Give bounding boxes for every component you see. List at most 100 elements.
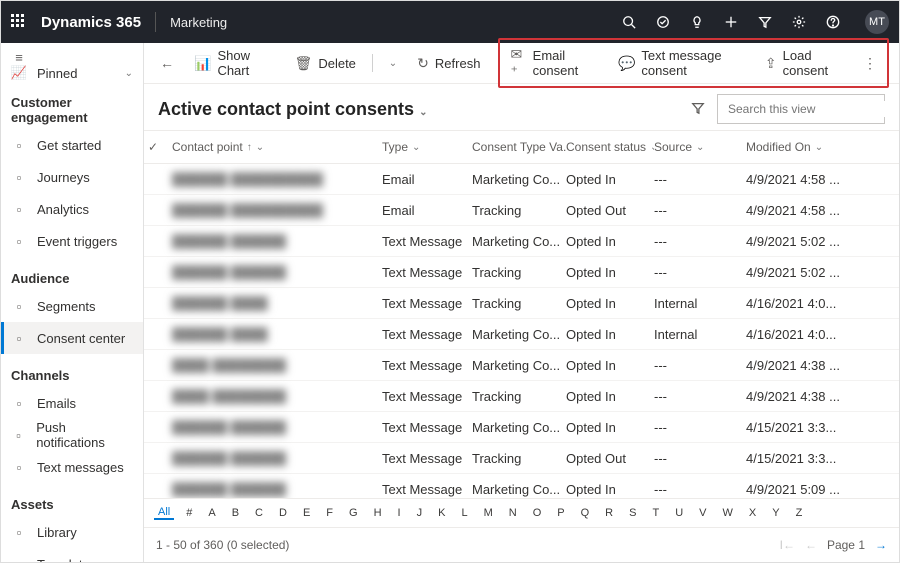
alpha-X[interactable]: X [745, 507, 760, 519]
cell-type: Text Message [382, 482, 472, 497]
alpha-R[interactable]: R [601, 507, 617, 519]
sidebar-item-get-started[interactable]: ▫Get started [1, 129, 143, 161]
table-row[interactable]: ██████ ██████████EmailTrackingOpted Out-… [144, 195, 899, 226]
cell-source: Internal [654, 296, 746, 311]
alpha-D[interactable]: D [275, 507, 291, 519]
sidebar-item-segments[interactable]: ▫Segments [1, 290, 143, 322]
table-row[interactable]: ██████ ██████Text MessageTrackingOpted I… [144, 257, 899, 288]
show-chart-button[interactable]: 📊Show Chart [188, 44, 281, 82]
col-modified-on[interactable]: Modified On⌄ [746, 140, 866, 154]
alpha-C[interactable]: C [251, 507, 267, 519]
alpha-O[interactable]: O [529, 507, 546, 519]
alpha-K[interactable]: K [434, 507, 449, 519]
table-row[interactable]: ██████ ██████████EmailMarketing Co...Opt… [144, 164, 899, 195]
alpha-A[interactable]: A [204, 507, 219, 519]
pinned-section[interactable]: 📈Pinned ⌄ [1, 65, 143, 81]
search-input[interactable] [717, 94, 885, 124]
gear-icon[interactable] [791, 14, 807, 30]
cell-contact-point: ██████ ██████ [172, 265, 382, 280]
email-consent-button[interactable]: ✉⁺Email consent [504, 42, 608, 84]
select-all[interactable]: ✓ [148, 140, 172, 154]
alpha-W[interactable]: W [719, 507, 737, 519]
more-commands-button[interactable]: ⋮ [857, 51, 883, 76]
alpha-M[interactable]: M [480, 507, 497, 519]
sidebar-item-event-triggers[interactable]: ▫Event triggers [1, 225, 143, 257]
alpha-S[interactable]: S [625, 507, 640, 519]
consent-icon: ▫ [11, 330, 27, 346]
search-icon[interactable] [621, 14, 637, 30]
alpha-B[interactable]: B [228, 507, 243, 519]
text-consent-button[interactable]: 💬Text message consent [612, 44, 755, 82]
filter-icon[interactable] [757, 14, 773, 30]
table-row[interactable]: ██████ ██████Text MessageTrackingOpted O… [144, 443, 899, 474]
alpha-I[interactable]: I [394, 507, 405, 519]
avatar[interactable]: MT [865, 10, 889, 34]
cell-source: --- [654, 482, 746, 497]
delete-button[interactable]: 🗑Delete [289, 51, 362, 76]
cell-contact-point: ██████ ██████ [172, 482, 382, 497]
back-button[interactable]: ← [154, 51, 180, 75]
col-type[interactable]: Type⌄ [382, 140, 472, 154]
alpha-#[interactable]: # [182, 507, 196, 519]
table-row[interactable]: ████ ████████Text MessageMarketing Co...… [144, 350, 899, 381]
sidebar-item-analytics[interactable]: ▫Analytics [1, 193, 143, 225]
load-consent-button[interactable]: ⇪Load consent [759, 44, 853, 82]
hamburger-button[interactable]: ≡ [1, 49, 143, 65]
alpha-Y[interactable]: Y [768, 507, 783, 519]
cell-consent-type-value: Marketing Co... [472, 420, 566, 435]
table-row[interactable]: ██████ ██████Text MessageMarketing Co...… [144, 474, 899, 498]
alpha-J[interactable]: J [413, 507, 427, 519]
next-page-button[interactable]: → [875, 538, 887, 552]
table-row[interactable]: ██████ ████Text MessageTrackingOpted InI… [144, 288, 899, 319]
delete-split-button[interactable]: ⌄ [383, 54, 403, 73]
assistant-icon[interactable] [655, 14, 671, 30]
table-row[interactable]: ██████ ████Text MessageMarketing Co...Op… [144, 319, 899, 350]
alpha-P[interactable]: P [553, 507, 568, 519]
alpha-Z[interactable]: Z [792, 507, 807, 519]
alpha-F[interactable]: F [322, 507, 337, 519]
first-page-button[interactable]: I← [780, 538, 795, 552]
sidebar-item-push-notifications[interactable]: ▫Push notifications [1, 419, 143, 451]
app-launcher-icon[interactable] [11, 14, 27, 30]
cell-consent-status: Opted In [566, 265, 654, 280]
alpha-G[interactable]: G [345, 507, 362, 519]
refresh-button[interactable]: ↻Refresh [411, 51, 486, 76]
col-consent-status[interactable]: Consent status⌄ [566, 140, 654, 154]
sidebar-item-text-messages[interactable]: ▫Text messages [1, 451, 143, 483]
sidebar-item-label: Emails [37, 396, 76, 411]
add-icon[interactable] [723, 14, 739, 30]
search-field[interactable] [726, 101, 885, 117]
sidebar-item-library[interactable]: ▫Library [1, 516, 143, 548]
sidebar-item-templates[interactable]: ▫Templates [1, 548, 143, 562]
alpha-T[interactable]: T [648, 507, 663, 519]
col-contact-point[interactable]: Contact point↑⌄ [172, 140, 382, 154]
sidebar-item-consent-center[interactable]: ▫Consent center [1, 322, 143, 354]
table-row[interactable]: ██████ ██████Text MessageMarketing Co...… [144, 412, 899, 443]
alpha-V[interactable]: V [695, 507, 710, 519]
cell-consent-type-value: Marketing Co... [472, 172, 566, 187]
cell-consent-type-value: Tracking [472, 265, 566, 280]
alpha-E[interactable]: E [299, 507, 314, 519]
help-icon[interactable] [825, 14, 841, 30]
filter-icon[interactable] [691, 101, 705, 118]
sidebar-item-journeys[interactable]: ▫Journeys [1, 161, 143, 193]
view-title[interactable]: Active contact point consents ⌄ [158, 99, 427, 120]
alpha-U[interactable]: U [671, 507, 687, 519]
alpha-All[interactable]: All [154, 506, 174, 520]
prev-page-button[interactable]: ← [805, 538, 817, 552]
cell-type: Email [382, 172, 472, 187]
alpha-Q[interactable]: Q [577, 507, 594, 519]
sidebar-item-emails[interactable]: ▫Emails [1, 387, 143, 419]
col-consent-type-value[interactable]: Consent Type Va...⌄ [472, 140, 566, 154]
grid-body[interactable]: ██████ ██████████EmailMarketing Co...Opt… [144, 164, 899, 498]
cell-consent-status: Opted In [566, 234, 654, 249]
col-source[interactable]: Source⌄ [654, 140, 746, 154]
lightbulb-icon[interactable] [689, 14, 705, 30]
alpha-L[interactable]: L [457, 507, 471, 519]
table-row[interactable]: ████ ████████Text MessageTrackingOpted I… [144, 381, 899, 412]
alpha-H[interactable]: H [370, 507, 386, 519]
alpha-N[interactable]: N [505, 507, 521, 519]
cell-type: Text Message [382, 451, 472, 466]
sidebar-item-label: Analytics [37, 202, 89, 217]
table-row[interactable]: ██████ ██████Text MessageMarketing Co...… [144, 226, 899, 257]
